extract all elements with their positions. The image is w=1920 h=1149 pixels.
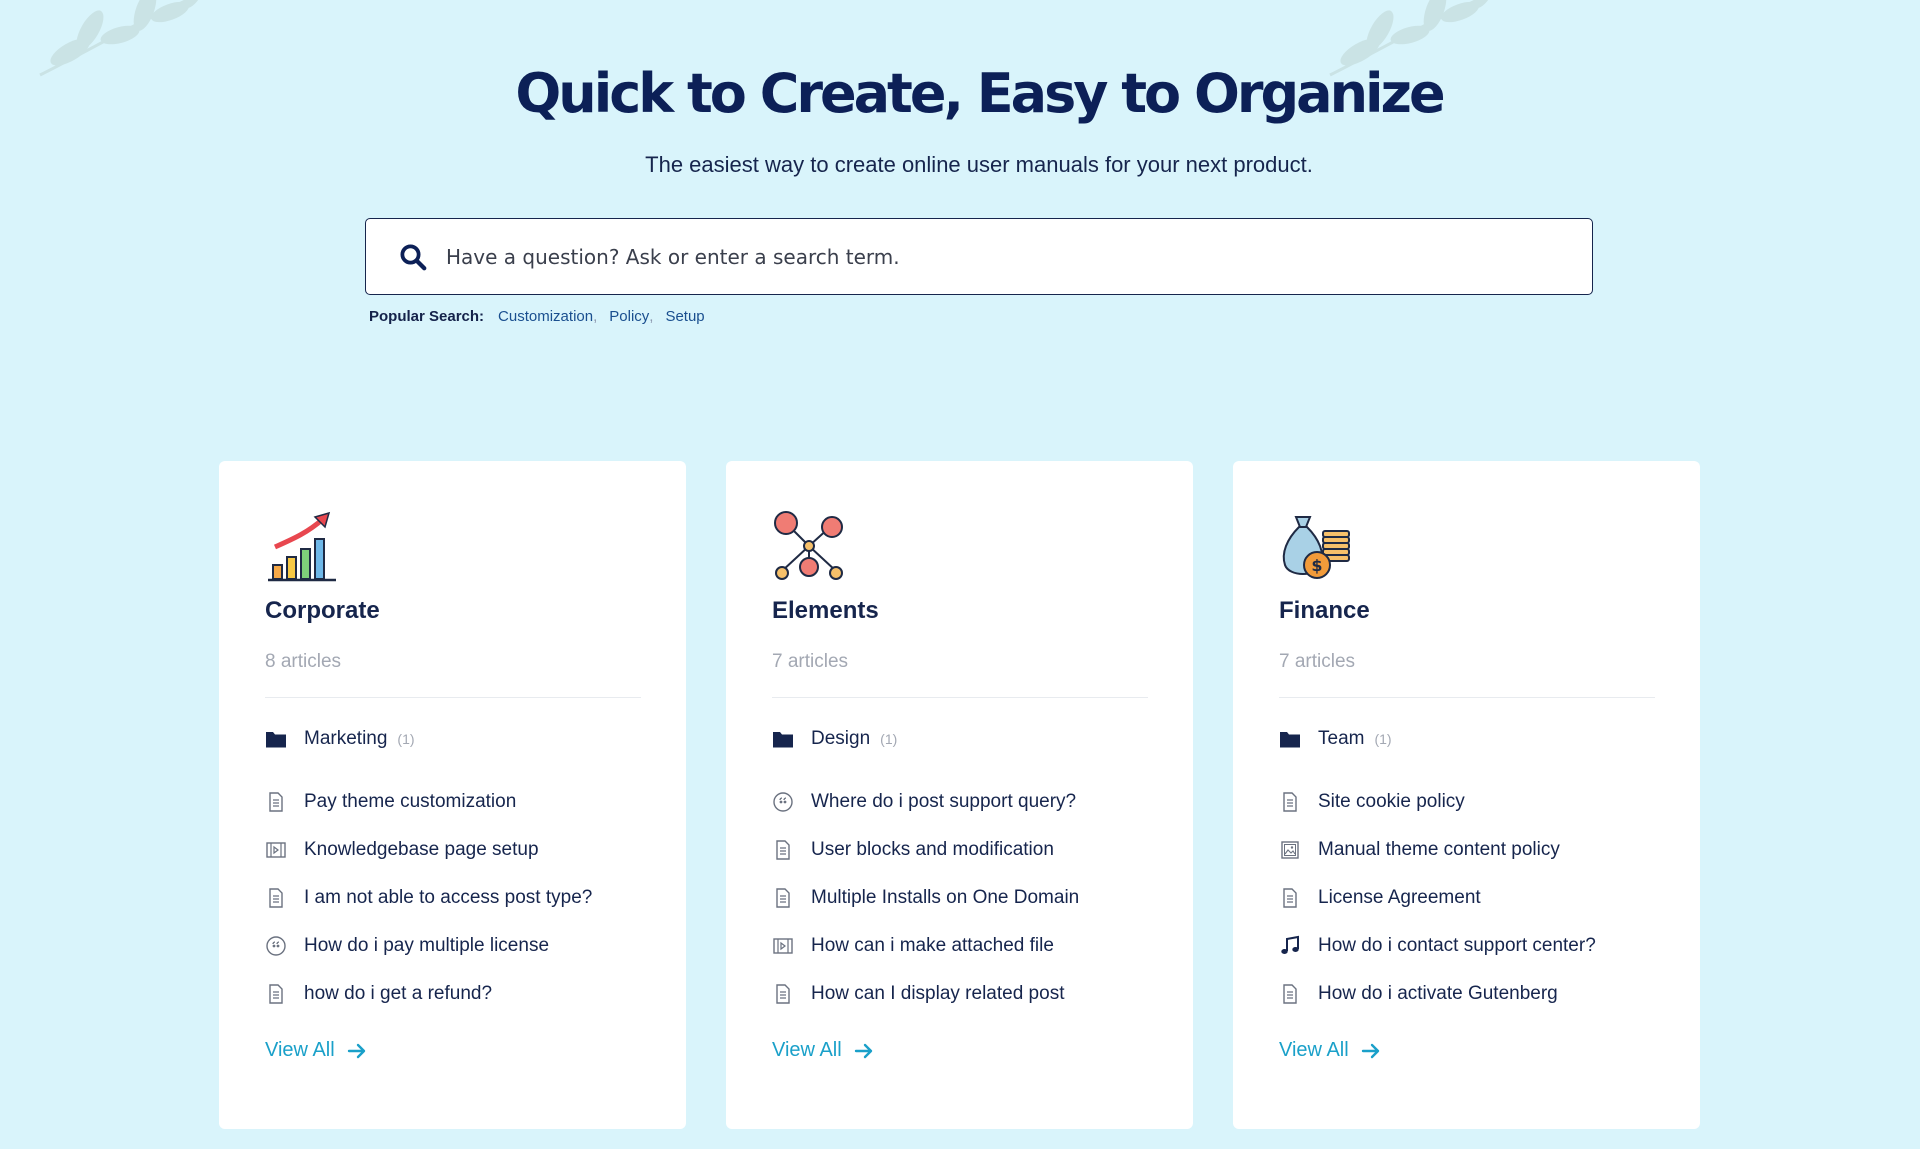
article-list: Where do i post support query? User bloc… — [772, 778, 1148, 1018]
music-icon — [1281, 935, 1299, 954]
article-label: Pay theme customization — [304, 791, 517, 812]
article-item[interactable]: Manual theme content policy — [1279, 826, 1655, 874]
article-label: Multiple Installs on One Domain — [811, 887, 1080, 908]
separator: , — [593, 308, 598, 325]
divider — [1279, 697, 1655, 698]
page: Quick to Create, Easy to Organize The ea… — [0, 0, 1920, 1149]
article-item[interactable]: User blocks and modification — [772, 826, 1148, 874]
view-all-label: View All — [772, 1039, 842, 1061]
article-label: how do i get a refund? — [304, 983, 493, 1004]
popular-link-setup[interactable]: Setup — [665, 308, 704, 325]
article-item[interactable]: How can i make attached file — [772, 922, 1148, 970]
article-label: How can I display related post — [811, 983, 1065, 1004]
folder-icon — [773, 732, 793, 748]
article-item[interactable]: License Agreement — [1279, 874, 1655, 922]
quote-icon — [266, 936, 286, 956]
folder-count: (1) — [397, 731, 415, 747]
folder-icon — [1280, 732, 1300, 748]
category-card-elements: Elements 7 articles Design (1) Where do … — [726, 461, 1193, 1129]
view-all-link[interactable]: View All — [1279, 1039, 1381, 1062]
arrow-right-icon — [347, 1043, 365, 1058]
popular-link-customization[interactable]: Customization — [498, 308, 593, 325]
category-card-corporate: Corporate 8 articles Marketing (1) Pay t… — [219, 461, 686, 1129]
article-count: 7 articles — [1279, 651, 1356, 672]
article-list: Pay theme customization Knowledgebase pa… — [265, 778, 641, 1018]
document-icon — [1283, 984, 1297, 1004]
search-bar[interactable] — [365, 218, 1593, 295]
folder-icon — [266, 732, 286, 748]
arrow-right-icon — [1361, 1043, 1379, 1058]
article-label: Where do i post support query? — [811, 791, 1077, 812]
article-item[interactable]: Pay theme customization — [265, 778, 641, 826]
arrow-right-icon — [854, 1043, 872, 1058]
folder-item[interactable]: Design (1) — [772, 726, 1148, 752]
video-icon — [266, 842, 286, 858]
growth-chart-icon — [268, 511, 336, 582]
search-icon[interactable] — [398, 242, 428, 272]
document-icon — [776, 888, 790, 908]
video-icon — [773, 938, 793, 954]
popular-search-label: Popular Search: — [369, 308, 485, 325]
popular-link-policy[interactable]: Policy — [609, 308, 649, 325]
article-item[interactable]: Site cookie policy — [1279, 778, 1655, 826]
view-all-label: View All — [1279, 1039, 1349, 1061]
document-icon — [1283, 888, 1297, 908]
view-all-label: View All — [265, 1039, 335, 1061]
article-item[interactable]: Where do i post support query? — [772, 778, 1148, 826]
article-label: How do i contact support center? — [1318, 935, 1596, 956]
article-count: 8 articles — [265, 651, 342, 672]
folder-count: (1) — [880, 731, 898, 747]
category-cards: Corporate 8 articles Marketing (1) Pay t… — [219, 461, 1700, 1129]
article-label: Manual theme content policy — [1318, 839, 1560, 860]
view-all-link[interactable]: View All — [772, 1039, 874, 1062]
folder-label: Team — [1318, 728, 1365, 749]
image-icon — [1281, 841, 1299, 859]
article-list: Site cookie policy Manual theme content … — [1279, 778, 1655, 1018]
article-item[interactable]: I am not able to access post type? — [265, 874, 641, 922]
quote-icon — [773, 792, 793, 812]
article-item[interactable]: How do i activate Gutenberg — [1279, 970, 1655, 1018]
divider — [265, 697, 641, 698]
divider — [772, 697, 1148, 698]
document-icon — [269, 984, 283, 1004]
folder-count: (1) — [1374, 731, 1392, 747]
folder-label: Design — [811, 728, 871, 749]
article-label: Knowledgebase page setup — [304, 839, 539, 860]
search-input[interactable] — [446, 236, 1546, 277]
article-label: User blocks and modification — [811, 839, 1054, 860]
folder-item[interactable]: Team (1) — [1279, 726, 1655, 752]
document-icon — [1283, 792, 1297, 812]
article-item[interactable]: how do i get a refund? — [265, 970, 641, 1018]
network-nodes-icon — [774, 511, 843, 580]
article-label: How do i activate Gutenberg — [1318, 983, 1558, 1004]
article-item[interactable]: How do i pay multiple license — [265, 922, 641, 970]
article-label: I am not able to access post type? — [304, 887, 593, 908]
page-subtitle: The easiest way to create online user ma… — [645, 152, 1313, 177]
card-title[interactable]: Finance — [1279, 597, 1655, 625]
document-icon — [269, 792, 283, 812]
document-icon — [776, 984, 790, 1004]
article-label: License Agreement — [1318, 887, 1481, 908]
article-item[interactable]: How can I display related post — [772, 970, 1148, 1018]
money-bag-icon: $ — [1282, 516, 1350, 579]
card-title[interactable]: Corporate — [265, 597, 641, 625]
article-count: 7 articles — [772, 651, 849, 672]
article-item[interactable]: Knowledgebase page setup — [265, 826, 641, 874]
article-item[interactable]: Multiple Installs on One Domain — [772, 874, 1148, 922]
separator: , — [649, 308, 654, 325]
folder-label: Marketing — [304, 728, 388, 749]
view-all-link[interactable]: View All — [265, 1039, 367, 1062]
article-label: How do i pay multiple license — [304, 935, 550, 956]
card-title[interactable]: Elements — [772, 597, 1148, 625]
page-title: Quick to Create, Easy to Organize — [515, 62, 1445, 125]
svg-text:$: $ — [1311, 556, 1322, 575]
document-icon — [269, 888, 283, 908]
popular-search: Popular Search: Customization, Policy, S… — [369, 308, 705, 325]
article-label: Site cookie policy — [1318, 791, 1465, 812]
folder-item[interactable]: Marketing (1) — [265, 726, 641, 752]
article-label: How can i make attached file — [811, 935, 1054, 956]
document-icon — [776, 840, 790, 860]
article-item[interactable]: How do i contact support center? — [1279, 922, 1655, 970]
category-card-finance: $ Finance 7 articles Team (1) Site cooki… — [1233, 461, 1700, 1129]
